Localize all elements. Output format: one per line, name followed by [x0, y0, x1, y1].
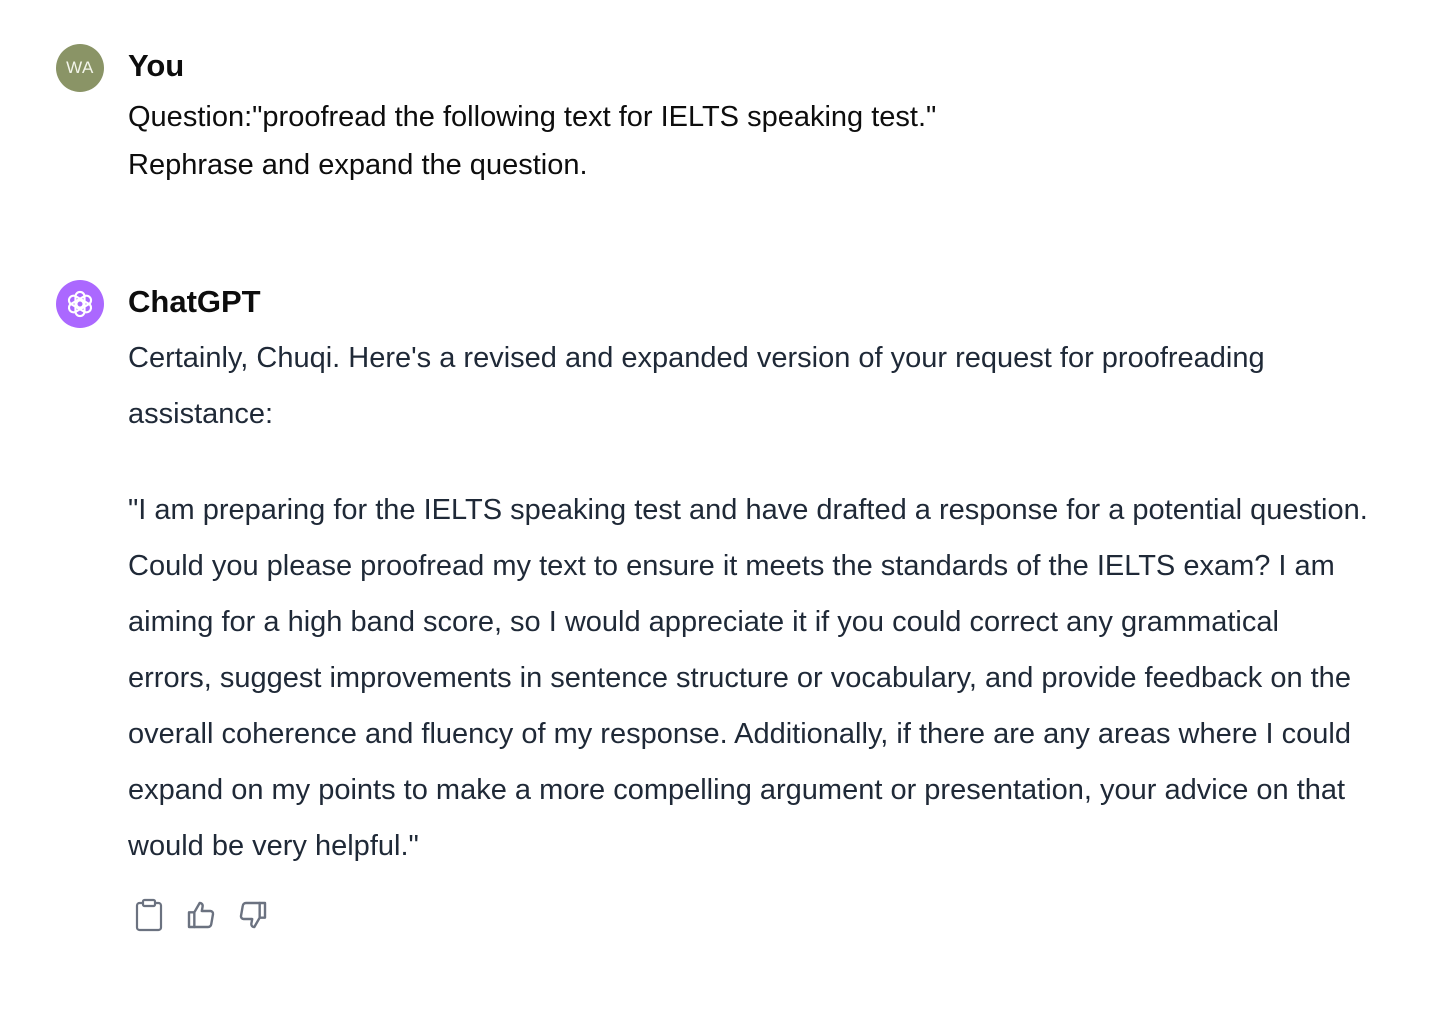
assistant-paragraph: "I am preparing for the IELTS speaking t… [128, 494, 1368, 862]
assistant-message-content: ChatGPT Certainly, Chuqi. Here's a revis… [128, 280, 1398, 934]
assistant-avatar [56, 280, 104, 328]
user-message-text: Question:"proofread the following text f… [128, 93, 1398, 189]
user-avatar: WA [56, 44, 104, 92]
message-actions [130, 896, 1398, 934]
assistant-author-name: ChatGPT [128, 284, 261, 319]
user-author-name: You [128, 48, 185, 83]
user-message-line: Question:"proofread the following text f… [128, 101, 937, 133]
clipboard-icon [135, 898, 163, 932]
thumbs-down-icon [239, 901, 267, 929]
user-message-content: You Question:"proofread the following te… [128, 44, 1398, 189]
assistant-paragraph: Certainly, Chuqi. Here's a revised and e… [128, 342, 1265, 430]
user-message-line: Rephrase and expand the question. [128, 149, 588, 181]
thumbs-up-button[interactable] [182, 896, 220, 934]
user-avatar-initials: WA [66, 58, 94, 77]
thumbs-up-icon [187, 901, 215, 929]
copy-button[interactable] [130, 896, 168, 934]
openai-logo-icon [67, 290, 93, 318]
assistant-message-text: Certainly, Chuqi. Here's a revised and e… [128, 330, 1398, 874]
thumbs-down-button[interactable] [234, 896, 272, 934]
